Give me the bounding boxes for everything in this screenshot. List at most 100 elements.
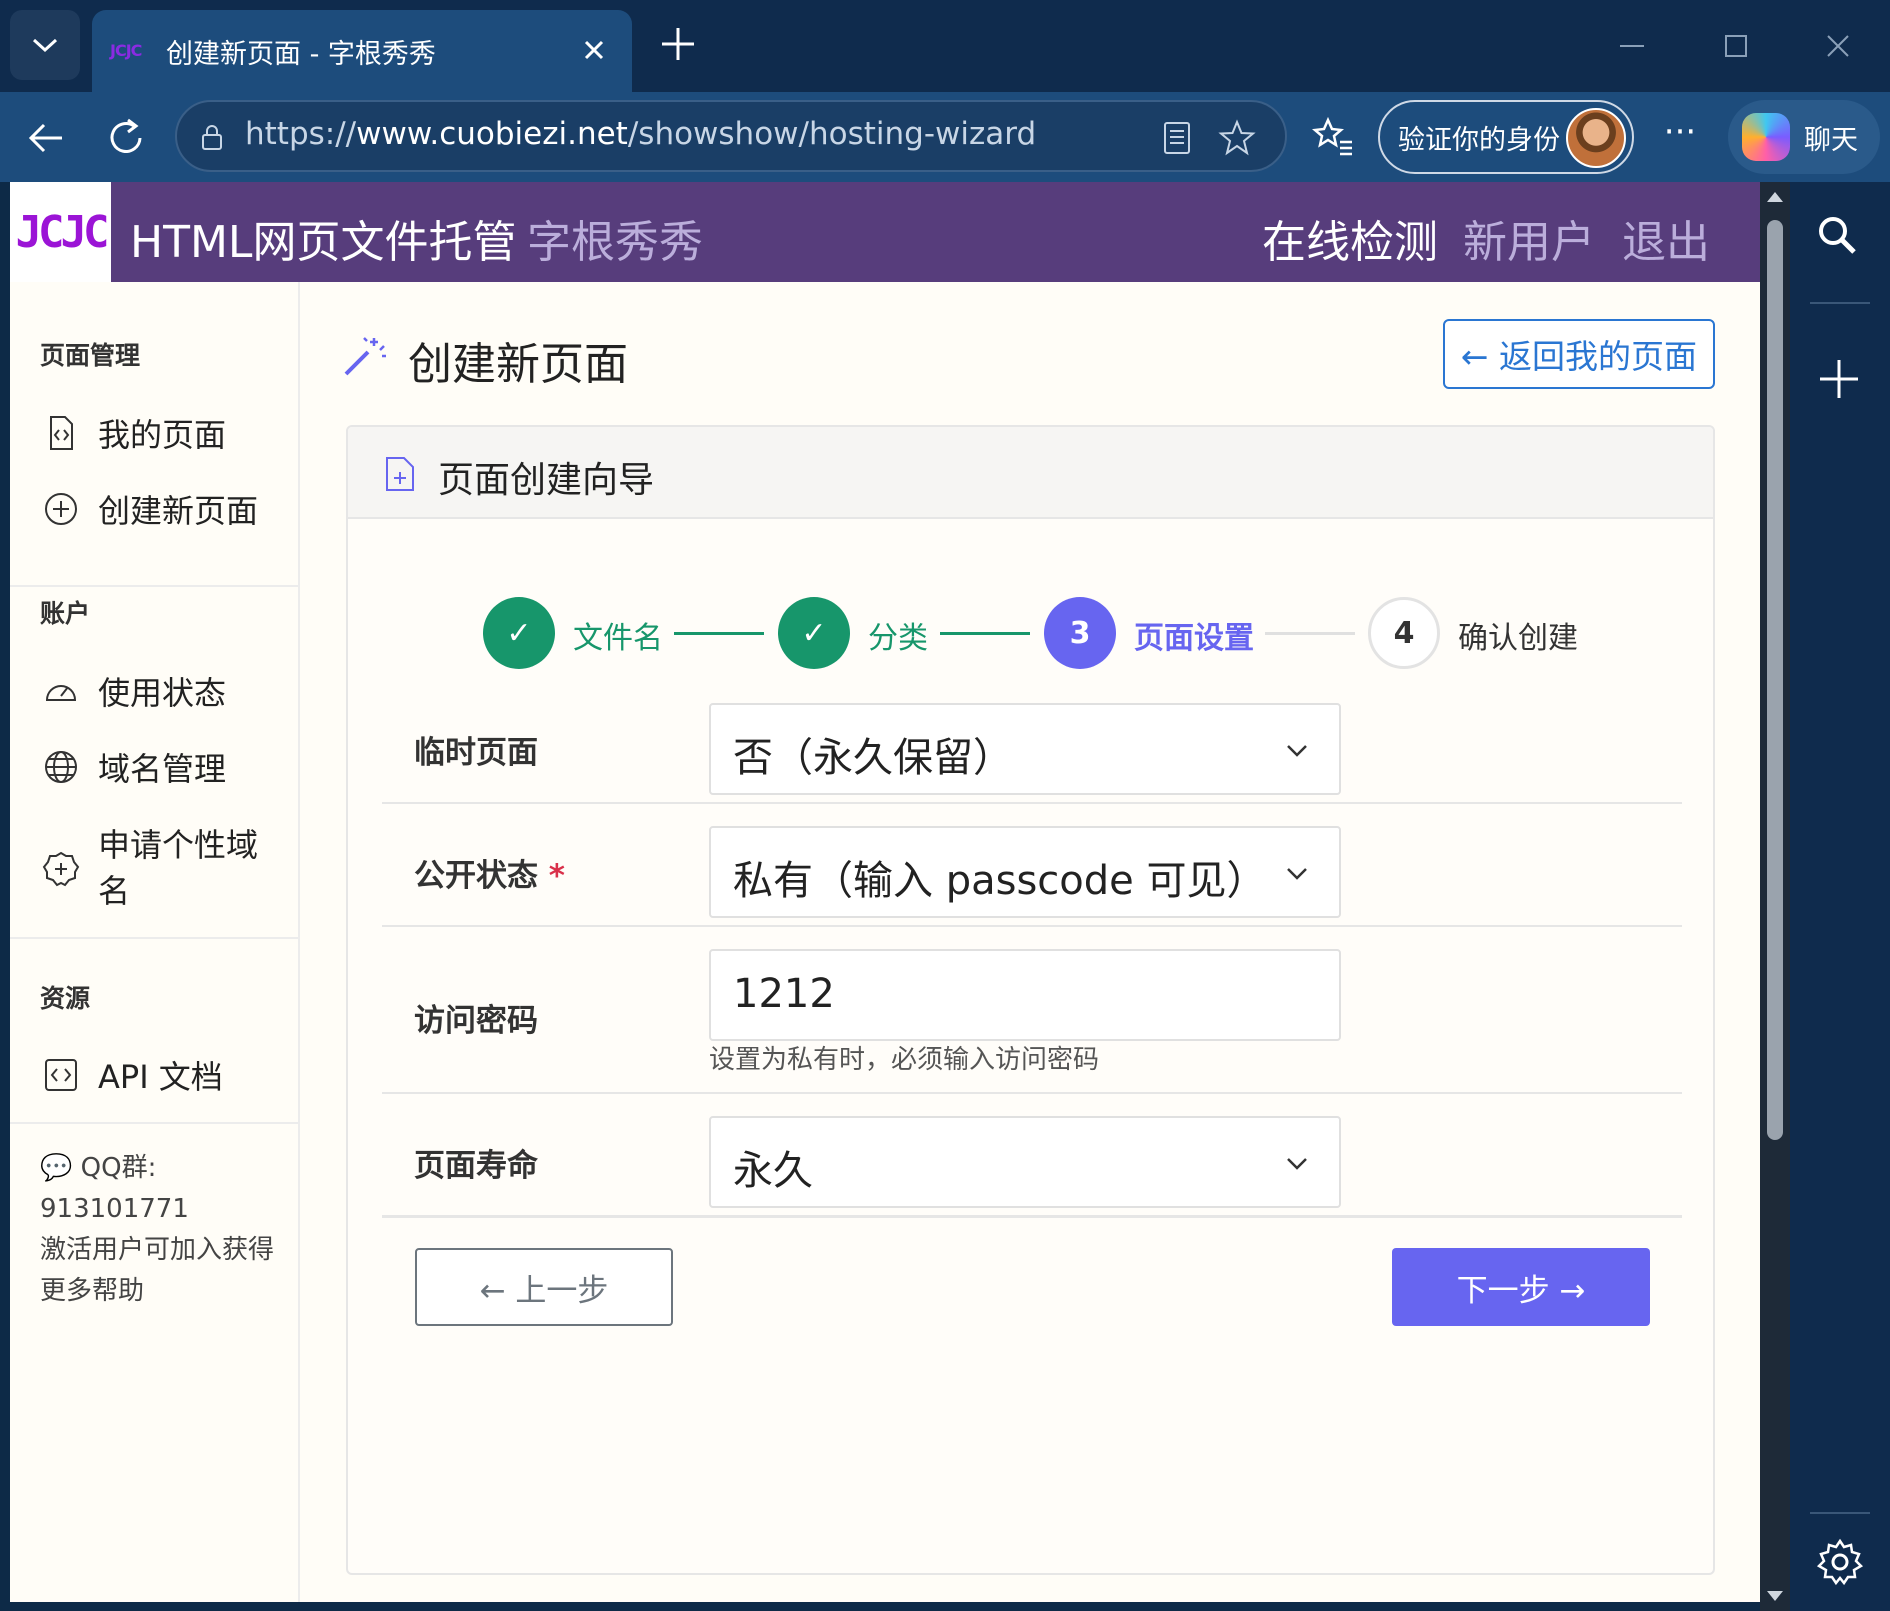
chevron-down-icon (1287, 868, 1307, 880)
sidebar-item-label: API 文档 (98, 1058, 223, 1096)
step-connector (674, 632, 764, 635)
sidebar-item-my-pages[interactable]: 我的页面 (42, 412, 226, 458)
chevron-down-icon (1287, 1158, 1307, 1170)
form-divider (382, 1215, 1682, 1218)
verify-identity-label: 验证你的身份 (1398, 124, 1560, 156)
globe-icon (45, 751, 77, 783)
qq-label: 💬 QQ群: (40, 1153, 157, 1183)
qq-help-text: 激活用户可加入获得更多帮助 (40, 1235, 275, 1306)
public-status-select[interactable]: 私有（输入 passcode 可见） (709, 826, 1341, 918)
previous-step-button[interactable]: ← 上一步 (415, 1248, 673, 1326)
sidebar-item-custom-domain[interactable]: 申请个性域名 (42, 822, 268, 914)
step-4-circle: 4 (1368, 597, 1440, 669)
verify-identity-button[interactable]: 验证你的身份 (1378, 100, 1634, 174)
browser-tab-active[interactable]: JCJC 创建新页面 - 字根秀秀 (92, 10, 632, 92)
form-divider (382, 1092, 1682, 1094)
settings-gear-icon[interactable] (1814, 1536, 1866, 1588)
back-arrow-icon[interactable] (24, 116, 68, 160)
favorites-icon[interactable] (1310, 114, 1356, 160)
next-step-button[interactable]: 下一步 → (1392, 1248, 1650, 1326)
reader-view-icon[interactable] (1161, 120, 1195, 156)
new-tab-icon[interactable] (658, 24, 698, 64)
temp-page-select[interactable]: 否（永久保留） (709, 703, 1341, 795)
wizard-title: 页面创建向导 (438, 460, 655, 501)
step-3-circle: 3 (1044, 597, 1116, 669)
address-bar[interactable]: https://www.cuobiezi.net/showshow/hostin… (175, 100, 1287, 172)
step-2-label: 分类 (868, 621, 928, 656)
search-icon[interactable] (1812, 210, 1862, 260)
scroll-thumb[interactable] (1767, 220, 1783, 1140)
copilot-icon (1742, 113, 1790, 161)
qq-number: 913101771 (40, 1194, 189, 1224)
copilot-label: 聊天 (1804, 124, 1858, 156)
brand-title[interactable]: HTML网页文件托管 (130, 206, 516, 270)
sidebar-item-label: 域名管理 (98, 750, 227, 788)
access-password-value: 1212 (733, 971, 835, 1017)
lock-icon[interactable] (197, 122, 227, 152)
sidebar-divider (10, 937, 300, 939)
sidebar-divider (10, 1122, 300, 1124)
site-navbar: JCJC HTML网页文件托管 字根秀秀 在线检测 新用户 退出 (10, 182, 1760, 282)
edge-divider (1810, 302, 1870, 304)
sidebar-item-api-docs[interactable]: API 文档 (42, 1054, 223, 1100)
badge-plus-icon (42, 851, 80, 887)
temp-page-label: 临时页面 (414, 735, 538, 771)
sidebar-section-title: 资源 (40, 984, 91, 1013)
minimize-icon[interactable] (1612, 26, 1652, 66)
chevron-down-icon (32, 38, 58, 53)
sidebar-item-label: 创建新页面 (98, 492, 259, 530)
nav-link-new-user[interactable]: 新用户 (1463, 206, 1595, 270)
refresh-icon[interactable] (104, 116, 148, 160)
maximize-icon[interactable] (1716, 26, 1756, 66)
tab-actions-menu-button[interactable] (10, 10, 80, 80)
access-password-input[interactable]: 1212 (709, 949, 1341, 1041)
password-help-text: 设置为私有时，必须输入访问密码 (709, 1045, 1100, 1075)
public-status-label: 公开状态 * (414, 850, 565, 895)
brand-subtitle[interactable]: 字根秀秀 (527, 206, 703, 270)
step-connector (1265, 632, 1355, 635)
required-asterisk: * (548, 858, 566, 894)
step-4-label: 确认创建 (1458, 621, 1578, 656)
close-window-icon[interactable] (1818, 26, 1858, 66)
edge-divider (1810, 1512, 1870, 1514)
sidebar-item-domains[interactable]: 域名管理 (42, 746, 226, 792)
chevron-down-icon (1287, 745, 1307, 757)
logo-text: JCJC (15, 206, 110, 258)
sidebar-item-usage[interactable]: 使用状态 (42, 670, 226, 716)
page-scrollbar[interactable] (1760, 182, 1790, 1611)
url-text: https://www.cuobiezi.net/showshow/hostin… (245, 116, 1036, 152)
close-tab-icon[interactable] (578, 34, 610, 66)
step-1-label: 文件名 (573, 621, 663, 656)
sidebar: 页面管理 我的页面 创建新页面 账户 使用状态 域名管理 申请个性域名 资源 A… (10, 282, 300, 1602)
favorite-star-icon[interactable] (1217, 118, 1257, 158)
wizard-card-header: 页面创建向导 (348, 427, 1713, 519)
sidebar-item-label: 申请个性域名 (98, 826, 259, 910)
step-1-circle: ✓ (483, 597, 555, 669)
copilot-chat-button[interactable]: 聊天 (1728, 100, 1880, 174)
browser-tab-bar: JCJC 创建新页面 - 字根秀秀 (0, 0, 1890, 92)
main-content: 创建新页面 ← 返回我的页面 页面创建向导 ✓ 文件名 ✓ 分类 3 页面设置 … (300, 282, 1760, 1602)
scroll-down-arrow[interactable] (1767, 1591, 1783, 1601)
sidebar-section-title: 账户 (40, 599, 91, 628)
site-logo[interactable]: JCJC (10, 182, 111, 282)
wizard-card: 页面创建向导 ✓ 文件名 ✓ 分类 3 页面设置 4 确认创建 临时页面 否（永… (346, 425, 1715, 1575)
public-status-value: 私有（输入 passcode 可见） (733, 858, 1267, 904)
page-lifetime-select[interactable]: 永久 (709, 1116, 1341, 1208)
nav-link-online-check[interactable]: 在线检测 (1262, 206, 1438, 270)
page-lifetime-label: 页面寿命 (414, 1148, 538, 1184)
more-menu-icon[interactable]: ··· (1660, 115, 1700, 152)
page-title: 创建新页面 (408, 339, 628, 390)
profile-avatar[interactable] (1566, 108, 1626, 168)
sidebar-item-create-page[interactable]: 创建新页面 (42, 488, 258, 534)
plus-circle-icon (45, 493, 77, 525)
form-divider (382, 802, 1682, 804)
url-host: www.cuobiezi.net (356, 116, 628, 152)
public-status-text: 公开状态 (414, 858, 538, 894)
nav-link-logout[interactable]: 退出 (1622, 206, 1710, 270)
add-icon[interactable] (1814, 354, 1864, 404)
tab-favicon: JCJC (110, 41, 142, 60)
file-code-icon (50, 416, 73, 450)
scroll-up-arrow[interactable] (1767, 192, 1783, 202)
step-3-label: 页面设置 (1134, 621, 1254, 656)
back-to-my-pages-button[interactable]: ← 返回我的页面 (1443, 319, 1715, 389)
